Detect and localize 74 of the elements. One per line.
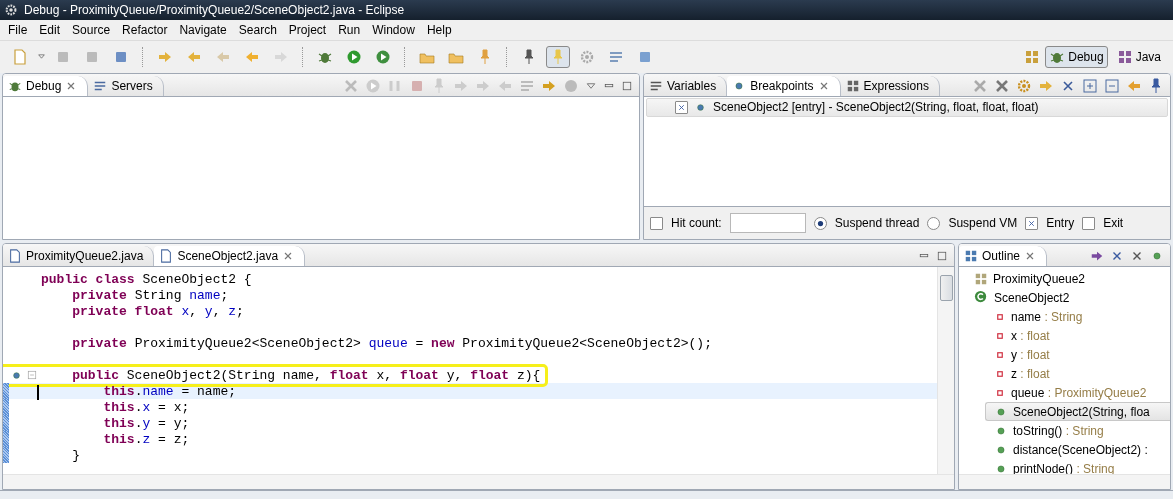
panel-tab[interactable]: Debug [3,75,89,96]
option-label: Hit count: [671,216,722,231]
menu-item[interactable]: Search [232,22,283,37]
outline-item[interactable]: distance(SceneObject2) : [959,440,1170,460]
menu-item[interactable]: Run [332,22,367,37]
code-line: private String name; [71,287,230,303]
outline-item[interactable]: z : float [959,364,1170,384]
fold-icon [27,370,37,381]
code-line: this.y = y; [102,415,191,431]
checkbox[interactable] [650,216,663,230]
perspective-button[interactable]: Debug [1045,45,1108,68]
outline-item[interactable]: SceneObject2(String, floa [985,402,1170,422]
java-file-icon [159,249,174,264]
outline-item[interactable]: y : float [959,345,1170,365]
external-tools-icon [375,48,391,65]
menu-item[interactable]: File [2,22,34,37]
run-icon [346,48,362,65]
option-label: Entry [1046,216,1075,231]
code-line: this.x = x; [102,399,191,415]
radio-dot-icon [816,219,824,227]
outline-item[interactable]: SceneObject2 [959,288,1170,308]
outline-item[interactable]: ProximityQueue2 [959,269,1170,289]
java-file-icon [8,249,22,264]
remove-icon [972,77,988,94]
code-line: public SceneObject2(String name, float x, float y, float z){ [36,367,547,383]
gear-icon [1016,77,1032,94]
panel-tab[interactable]: SceneObject2.java [154,246,306,267]
panel-tab[interactable]: Breakpoints [727,75,841,96]
horizontal-scrollbar[interactable] [3,474,954,490]
menu-item[interactable]: Window [366,22,421,37]
panel-tab[interactable]: Expressions [840,75,940,96]
menu-item[interactable]: Project [282,22,333,37]
code-line: } [71,447,81,463]
remove-icon [343,77,359,94]
radio-button[interactable] [927,216,941,230]
resume-icon [365,77,381,94]
code-line: private float x, y, z; [71,303,245,319]
breakpoint-label: SceneObject2 [entry] - SceneObject2(String, float, float, float) [713,100,1039,115]
breakpoint-row[interactable]: SceneObject2 [entry] - SceneObject2(String, float, float, float) [646,97,1168,117]
menu-item[interactable]: Source [66,22,117,37]
code-line: public class SceneObject2 { [40,271,253,287]
outline-item[interactable]: queue : ProximityQueue2 [959,383,1170,403]
maximize-icon [621,79,633,92]
horizontal-scrollbar[interactable] [959,474,1170,490]
remove-all-icon [994,77,1010,94]
dropdown-icon [37,52,46,62]
new-icon [12,48,28,65]
outline-item[interactable]: x : float [959,326,1170,346]
vertical-scrollbar[interactable] [937,267,954,475]
option-label: Exit [1103,216,1124,231]
panel-tab[interactable]: ProximityQueue2.java [3,246,155,267]
perspective-button[interactable]: Java [1112,45,1165,68]
window-title: Debug - ProximityQueue/ProximityQueue2/SceneObject2.java - Eclipse [24,2,405,17]
outline-item[interactable]: toString() : String [959,421,1170,441]
maximize-icon [936,250,948,263]
panel-tab[interactable]: Servers [88,75,164,96]
checkbox[interactable] [1082,216,1096,230]
outline-item[interactable]: name : String [959,307,1170,327]
menu-item[interactable]: Refactor [116,22,174,37]
menu-item[interactable]: Help [420,22,458,37]
eclipse-logo-icon [4,2,18,17]
panel-tab[interactable]: Outline [959,246,1048,267]
option-label: Suspend thread [834,216,920,231]
code-line: this.name = name; [36,383,243,399]
collapse-all-icon [1104,77,1120,94]
gear-icon [579,48,595,65]
radio-button[interactable] [813,216,827,230]
option-label: Suspend VM [948,216,1018,231]
hit-count-field[interactable] [729,213,806,234]
code-line: private ProximityQueue2<SceneObject2> queue = new ProximityQueue2<SceneObject2>(); [71,335,713,351]
menu-item[interactable]: Navigate [173,22,233,37]
menu-item[interactable]: Edit [33,22,67,37]
code-line: this.z = z; [102,431,191,447]
expand-all-icon [1082,77,1098,94]
